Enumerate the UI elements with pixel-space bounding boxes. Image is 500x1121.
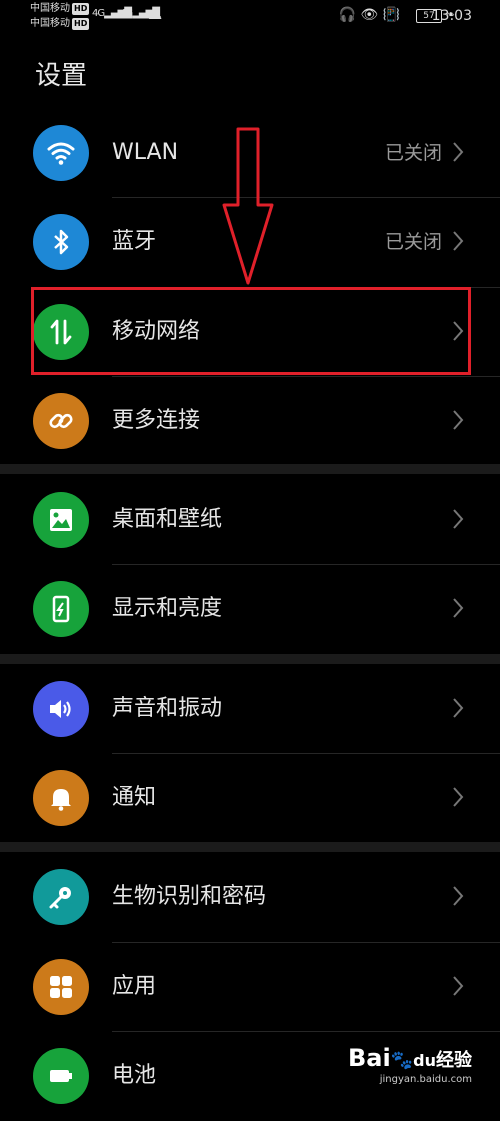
wechat-icon: ☁ [148,7,162,23]
headphone-icon: 🎧 [338,7,356,23]
settings-item-more-connections[interactable]: 更多连接 [0,376,500,466]
item-label: 通知 [112,785,157,810]
watermark-logo: Bai🐾du经验 [348,1044,472,1072]
chevron-right-icon [453,509,464,529]
item-label: 显示和亮度 [112,596,223,621]
image-icon [33,492,89,548]
key-icon [33,869,89,925]
annotation-arrow [222,127,274,285]
settings-item-desktop-wallpaper[interactable]: 桌面和壁纸 [0,475,500,565]
apps-icon [33,959,89,1015]
chevron-right-icon [453,698,464,718]
item-label: 应用 [112,974,157,999]
carrier-2: 中国移动 HD [30,18,90,30]
item-label: 声音和振动 [112,696,223,721]
baidu-jingyan-watermark: Bai🐾du经验 jingyan.baidu.com [348,1044,472,1085]
carrier-1: 中国移动 HD [30,3,90,15]
status-icons: 🎧 👁 📳 [338,7,400,23]
chevron-right-icon [453,976,464,996]
chevron-right-icon [453,598,464,618]
section-gap [0,654,500,664]
eye-icon: 👁 [360,7,379,23]
item-label: 电池 [112,1063,157,1088]
item-label: 更多连接 [112,408,201,433]
chevron-right-icon [453,886,464,906]
settings-item-notifications[interactable]: 通知 [0,753,500,843]
bell-icon [33,770,89,826]
watermark-url: jingyan.baidu.com [379,1074,472,1085]
wifi-icon [33,125,89,181]
annotation-highlight-box [31,287,471,375]
settings-item-apps[interactable]: 应用 [0,942,500,1032]
item-label: 生物识别和密码 [112,884,267,909]
settings-item-biometrics-password[interactable]: 生物识别和密码 [0,852,500,942]
settings-item-display-brightness[interactable]: 显示和亮度 [0,564,500,654]
vibrate-icon: 📳 [382,7,400,23]
item-value: 已关闭 [384,231,442,253]
chevron-right-icon [453,142,464,162]
display-icon [33,581,89,637]
clock: 13:03 [431,8,472,24]
chevron-right-icon [453,787,464,807]
page-title: 设置 [35,61,88,91]
section-gap [0,842,500,852]
item-value: 已关闭 [384,142,442,164]
chevron-right-icon [453,410,464,430]
item-label: WLAN [112,140,179,165]
chevron-right-icon [453,231,464,251]
settings-item-sound-vibration[interactable]: 声音和振动 [0,664,500,754]
status-bar: 中国移动 HD 中国移动 HD 4G▂▄▆█ 4G▂▄▆█ ☁ 🎧 👁 📳 57 ❧… [0,0,500,34]
speaker-icon [33,681,89,737]
bluetooth-icon [33,214,89,270]
item-label: 桌面和壁纸 [112,507,223,532]
paw-icon: 🐾 [390,1050,414,1071]
item-label: 蓝牙 [112,229,157,254]
battery-icon [33,1048,89,1104]
link-icon [33,393,89,449]
section-gap [0,464,500,474]
